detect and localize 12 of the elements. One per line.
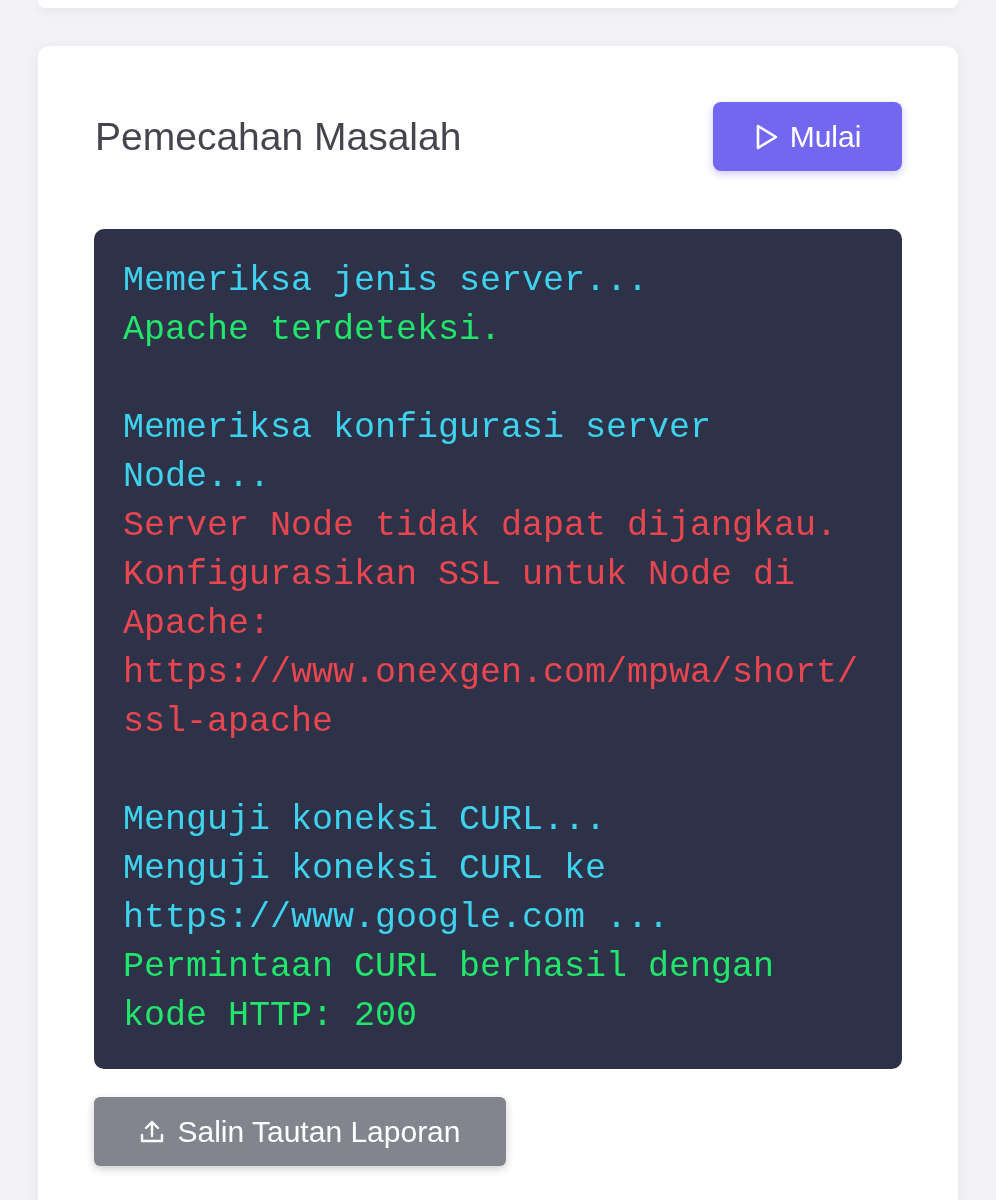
console-line: Memeriksa konfigurasi server Node... <box>123 407 713 499</box>
console-line: Memeriksa jenis server... <box>123 260 650 303</box>
upload-icon <box>139 1118 166 1145</box>
card-title: Pemecahan Masalah <box>95 114 462 159</box>
console-line: Apache terdeteksi. <box>123 309 503 352</box>
console-line: Menguji koneksi CURL... <box>123 799 608 842</box>
console-line: Permintaan CURL berhasil dengan kode HTTP: 200 <box>123 946 776 1038</box>
start-button[interactable]: Mulai <box>713 102 902 171</box>
console-line: Konfigurasikan SSL untuk Node di Apache: https://www.onexgen.com/mpwa/short/ssl-apache <box>123 554 860 744</box>
console-line: Menguji koneksi CURL ke https://www.google.com ... <box>123 848 671 940</box>
copy-report-link-button[interactable]: Salin Tautan Laporan <box>94 1097 506 1166</box>
console-line: Server Node tidak dapat dijangkau. <box>123 505 839 548</box>
